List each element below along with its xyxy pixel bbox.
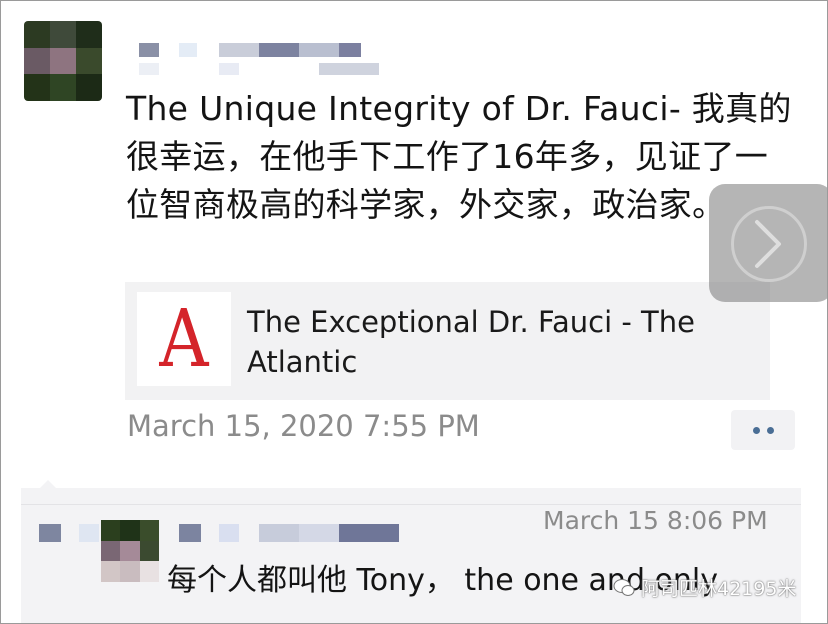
post-text: The Unique Integrity of Dr. Fauci- 我真的很幸… — [126, 89, 792, 224]
next-button[interactable] — [709, 184, 827, 302]
watermark-text: 阿司匹林42195米 — [641, 578, 797, 600]
dot-icon — [752, 426, 760, 434]
link-title: The Exceptional Dr. Fauci - The Atlantic — [247, 305, 695, 379]
moments-feed: The Unique Integrity of Dr. Fauci- 我真的很幸… — [0, 0, 828, 624]
chevron-right-icon — [755, 220, 781, 268]
comment-timestamp: March 15 8:06 PM — [543, 506, 768, 535]
more-actions-button[interactable] — [731, 410, 795, 450]
atlantic-logo: A — [137, 292, 231, 386]
atlantic-logo-letter: A — [159, 292, 209, 385]
author-name-obscured[interactable] — [139, 39, 389, 79]
shared-link-card[interactable]: A The Exceptional Dr. Fauci - The Atlant… — [125, 282, 770, 400]
post-timestamp: March 15, 2020 7:55 PM — [127, 409, 480, 443]
author-avatar[interactable] — [24, 21, 102, 101]
wechat-icon — [613, 578, 635, 596]
commenter-avatar[interactable] — [101, 520, 159, 582]
watermark: 阿司匹林42195米 — [613, 574, 796, 601]
dot-icon — [766, 426, 774, 434]
comment-divider — [21, 504, 801, 505]
commenter-name-obscured[interactable] — [39, 520, 419, 550]
